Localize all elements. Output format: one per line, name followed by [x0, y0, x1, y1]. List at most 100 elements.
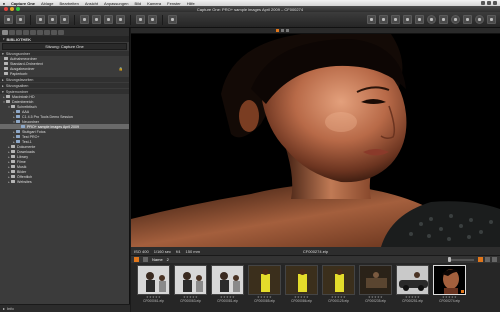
color-tag-icon[interactable]: [276, 29, 279, 32]
toolbar-divider: [30, 14, 31, 25]
list-view-icon[interactable]: [60, 15, 69, 24]
tab-adjustments[interactable]: [44, 29, 50, 35]
tab-color[interactable]: [16, 29, 22, 35]
thumbnail[interactable]: ★★★★★ CF000251.eip: [396, 265, 429, 308]
redo-icon[interactable]: [148, 15, 157, 24]
image-viewer[interactable]: [131, 34, 500, 247]
menu-item[interactable]: Ablage: [38, 1, 56, 6]
menu-item[interactable]: Bearbeiten: [56, 1, 81, 6]
section-session-albums[interactable]: ▸ Sitzungsalben: [0, 83, 129, 88]
tab-capture[interactable]: [9, 29, 15, 35]
toolbar-right-group: [367, 15, 500, 24]
session-name-field[interactable]: Sitzung: Capture One: [2, 43, 127, 50]
menu-item[interactable]: Bild: [131, 1, 144, 6]
import-icon[interactable]: [4, 15, 13, 24]
color-filter-icon[interactable]: [134, 257, 139, 262]
apple-menu-icon[interactable]: ●: [0, 1, 8, 6]
thumbnail-image: [248, 265, 281, 295]
thumbnail[interactable]: ★★★★★ CF000086.eip: [285, 265, 318, 308]
tab-output[interactable]: [58, 29, 64, 35]
menu-item[interactable]: Hilfe: [184, 1, 198, 6]
thumbnail[interactable]: ★★★★★ CF000274.eip: [433, 265, 466, 308]
tab-lens[interactable]: [30, 29, 36, 35]
thumbnail-image: [137, 265, 170, 295]
disclosure-triangle-icon: ▾: [2, 51, 4, 56]
folder-tree-label: Test-1: [22, 139, 32, 144]
tab-metadata[interactable]: [51, 29, 57, 35]
library-panel-header[interactable]: ▾ BIBLIOTHEK: [0, 36, 129, 42]
section-session-favorites[interactable]: ▸ Sitzungsfavoriten: [0, 77, 129, 82]
thumbnail[interactable]: ★★★★★ CF000085.eip: [248, 265, 281, 308]
folder-tree-label: Neuordner: [22, 119, 39, 124]
section-session-albums-label: Sitzungsalben: [5, 83, 29, 88]
session-folder-label: Aufnahmeordner: [10, 56, 37, 61]
main-toolbar: [0, 12, 500, 28]
grid-overlay-icon[interactable]: [463, 15, 472, 24]
color-tag-icon[interactable]: [286, 29, 289, 32]
volume-icon[interactable]: [487, 1, 491, 5]
thumbnail[interactable]: ★★★★★ CF000061.eip: [137, 265, 170, 308]
sort-by-label[interactable]: Name: [152, 257, 163, 262]
menu-item[interactable]: Fenster: [164, 1, 184, 6]
folder-tree-label: Test PRO+: [22, 134, 40, 139]
thumbnail[interactable]: ★★★★★ CF000063.eip: [174, 265, 207, 308]
folder-icon: [11, 105, 15, 108]
disclosure-triangle-icon: ▸: [3, 306, 6, 311]
color-tag-icon[interactable]: [281, 29, 284, 32]
folder-tree-label: Dokumente: [17, 144, 36, 149]
sort-icon[interactable]: [143, 257, 148, 262]
settings-gear-icon[interactable]: [475, 15, 484, 24]
copy-adjustments-icon[interactable]: [104, 15, 113, 24]
clock-icon[interactable]: [493, 1, 497, 5]
folder-icon: [16, 120, 20, 123]
capture-icon[interactable]: [16, 15, 25, 24]
folder-icon[interactable]: [80, 15, 89, 24]
list-icon[interactable]: [492, 257, 497, 262]
menu-item[interactable]: Capture One: [8, 1, 38, 6]
folder-icon: [4, 67, 8, 70]
undo-icon[interactable]: [136, 15, 145, 24]
tab-library[interactable]: [2, 29, 8, 35]
folder-icon: [4, 57, 8, 60]
menu-item[interactable]: Kamera: [144, 1, 164, 6]
apply-adjustments-icon[interactable]: [116, 15, 125, 24]
grid-view-icon[interactable]: [36, 15, 45, 24]
spot-removal-icon[interactable]: [439, 15, 448, 24]
white-balance-picker-icon[interactable]: [427, 15, 436, 24]
thumbnail-filename: CF000251.eip: [402, 299, 423, 303]
menu-item[interactable]: Anpassungen: [101, 1, 131, 6]
grid-icon[interactable]: [478, 257, 483, 262]
thumbnail-image: [396, 265, 429, 295]
thumbnail[interactable]: ★★★★★ CF000125.eip: [322, 265, 355, 308]
thumbnail[interactable]: ★★★★★ CF000235.eip: [359, 265, 392, 308]
tab-details[interactable]: [37, 29, 43, 35]
fullscreen-icon[interactable]: [487, 15, 496, 24]
folder-icon: [11, 170, 15, 173]
wifi-icon[interactable]: [481, 1, 485, 5]
filmstrip-icon[interactable]: [485, 257, 490, 262]
rotate-icon[interactable]: [403, 15, 412, 24]
proofing-icon[interactable]: [168, 15, 177, 24]
folder-icon: [16, 130, 20, 133]
session-folder-item[interactable]: Papierkorb: [0, 71, 129, 76]
menu-item[interactable]: Ansicht: [82, 1, 101, 6]
info-footer[interactable]: ▸ Info: [0, 304, 130, 312]
image-browser: ★★★★★ CF000061.eip ★★★★★ CF000063.eip ★★★★★ C…: [131, 263, 500, 312]
section-session-favorites-label: Sitzungsfavoriten: [5, 77, 34, 82]
zoom-icon[interactable]: [379, 15, 388, 24]
pan-icon[interactable]: [367, 15, 376, 24]
tab-exposure[interactable]: [23, 29, 29, 35]
lock-icon: 🔒: [118, 66, 123, 71]
process-icon[interactable]: [92, 15, 101, 24]
thumbnail-size-slider[interactable]: [448, 257, 474, 262]
thumbnail-filename: CF000081.eip: [217, 299, 238, 303]
thumbnail-filename: CF000086.eip: [291, 299, 312, 303]
filmstrip-view-icon[interactable]: [48, 15, 57, 24]
tool-tabs: [0, 28, 129, 36]
keystone-icon[interactable]: [415, 15, 424, 24]
crop-icon[interactable]: [391, 15, 400, 24]
exposure-warning-icon[interactable]: [451, 15, 460, 24]
folder-icon: [11, 180, 15, 183]
folder-tree-item[interactable]: ▸ Websites: [0, 179, 129, 184]
thumbnail[interactable]: ★★★★★ CF000081.eip: [211, 265, 244, 308]
